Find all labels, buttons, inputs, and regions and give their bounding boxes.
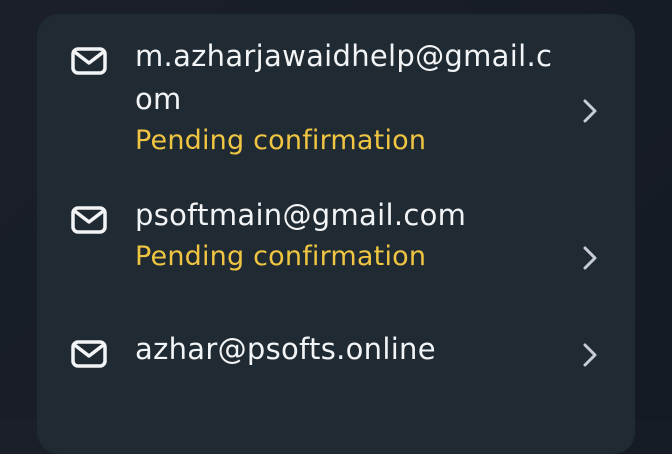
email-address: psoftmain@gmail.com [135,198,467,232]
email-list-item-text: m.azharjawaidhelp@gmail.com Pending conf… [135,38,565,161]
email-list-card: m.azharjawaidhelp@gmail.com Pending conf… [37,14,635,454]
email-list-item-1[interactable]: m.azharjawaidhelp@gmail.com Pending conf… [37,38,635,188]
pending-status: Pending confirmation [135,125,427,156]
mail-icon [71,340,107,368]
chevron-right-icon [583,99,597,123]
email-address: azhar@psofts.online [135,332,436,366]
email-list-item-text: azhar@psofts.online [135,332,565,371]
email-list-item-3[interactable]: azhar@psofts.online [37,332,635,378]
pending-status: Pending confirmation [135,241,427,272]
chevron-right-icon [583,246,597,270]
email-list-item-text: psoftmain@gmail.com Pending confirmation [135,198,565,277]
mail-icon [71,47,107,75]
mail-icon [71,206,107,234]
chevron-right-icon [583,343,597,367]
email-list-item-2[interactable]: psoftmain@gmail.com Pending confirmation [37,198,635,306]
email-address: m.azharjawaidhelp@gmail.com [135,39,553,116]
